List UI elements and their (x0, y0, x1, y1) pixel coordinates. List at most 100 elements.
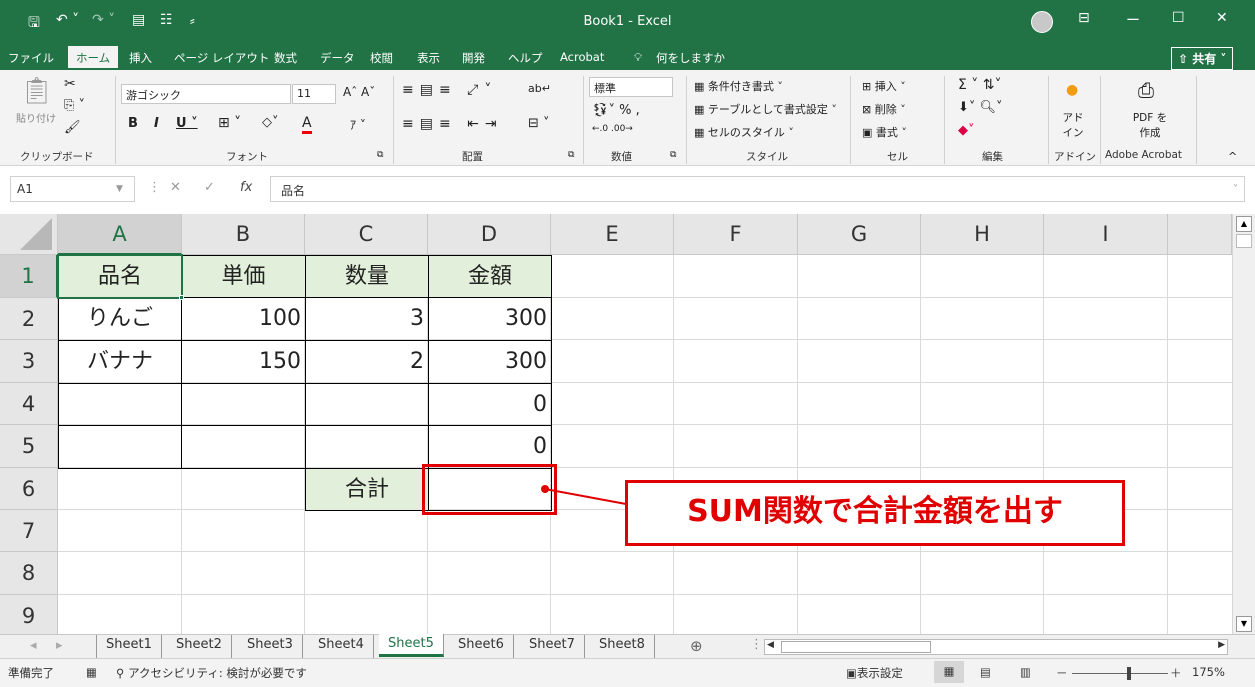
cell-c5[interactable] (305, 425, 429, 469)
scroll-down-icon[interactable]: ▼ (1236, 616, 1252, 632)
column-header-b[interactable]: B (182, 214, 305, 255)
select-all-corner[interactable] (0, 214, 58, 255)
cell-b5[interactable] (181, 425, 306, 469)
italic-icon[interactable]: I (154, 116, 159, 131)
sheet-tab-8[interactable]: Sheet8 (590, 635, 655, 658)
name-box-dropdown-icon[interactable]: ▼ (116, 184, 123, 194)
cell-d5[interactable]: 0 (428, 425, 552, 469)
cell-c2[interactable]: 3 (305, 297, 429, 341)
sheet-tab-3[interactable]: Sheet3 (238, 635, 303, 658)
maximize-button[interactable]: ☐ (1172, 10, 1185, 26)
column-header-h[interactable]: H (921, 214, 1044, 255)
sheet-tab-6[interactable]: Sheet6 (449, 635, 514, 658)
cancel-icon[interactable]: ✕ (170, 180, 181, 195)
cell-a3[interactable]: バナナ (58, 340, 182, 384)
insert-function-icon[interactable]: fx (240, 180, 252, 195)
format-cells-button[interactable]: ▣ 書式 ˅ (862, 124, 907, 140)
paste-icon[interactable]: 📋︎ (20, 76, 53, 106)
cell-d3[interactable]: 300 (428, 340, 552, 384)
vertical-align-icons[interactable]: ≡▤≡ ⤢˅ (402, 82, 497, 98)
cell-b2[interactable]: 100 (181, 297, 306, 341)
horizontal-scrollbar[interactable]: ◀ ▶ (764, 639, 1228, 655)
sheet-tab-5[interactable]: Sheet5 (379, 634, 444, 657)
column-header-e[interactable]: E (551, 214, 674, 255)
tab-view[interactable]: 表示 (417, 50, 440, 66)
bold-icon[interactable]: B (128, 116, 138, 131)
cell-d2[interactable]: 300 (428, 297, 552, 341)
row-header-3[interactable]: 3 (0, 340, 58, 383)
row-header-9[interactable]: 9 (0, 595, 58, 634)
zoom-in-icon[interactable]: ＋ (1170, 665, 1182, 681)
enter-icon[interactable]: ✓ (204, 180, 215, 195)
zoom-slider[interactable] (1072, 673, 1168, 674)
column-header-g[interactable]: G (798, 214, 921, 255)
cell-c1[interactable]: 数量 (305, 255, 429, 298)
alignment-dialog-launcher-icon[interactable]: ⧉ (568, 150, 574, 160)
cell-a2[interactable]: りんご (58, 297, 182, 341)
wrap-text-icon[interactable]: ab↵ (528, 82, 551, 95)
tab-scroll-left-icon[interactable]: ◂ (30, 638, 37, 653)
row-header-4[interactable]: 4 (0, 383, 58, 425)
tab-formulas[interactable]: 数式 (274, 50, 297, 66)
sheet-tab-4[interactable]: Sheet4 (309, 635, 374, 658)
sheet-tab-1[interactable]: Sheet1 (96, 635, 162, 658)
tab-home[interactable]: ホーム (68, 46, 119, 70)
cell-d1[interactable]: 金額 (428, 255, 552, 298)
currency-percent-icons[interactable]: 💱︎˅ % , (592, 103, 640, 118)
conditional-format-button[interactable]: ▦ 条件付き書式 ˅ (694, 78, 783, 94)
merge-center-icon[interactable]: ⊟ ˅ (528, 116, 550, 131)
delete-cells-button[interactable]: ⊠ 削除 ˅ (862, 101, 906, 117)
vertical-scrollbar[interactable]: ▲ ▼ (1232, 214, 1255, 634)
decimal-icons[interactable]: ←.0 .00→ (592, 124, 633, 134)
cell-d4[interactable]: 0 (428, 383, 552, 426)
tab-file[interactable]: ファイル (8, 50, 54, 66)
zoom-level[interactable]: 175% (1192, 665, 1225, 679)
minimize-button[interactable]: ー (1126, 10, 1140, 30)
page-layout-view-icon[interactable]: ▤ (980, 665, 991, 679)
row-header-7[interactable]: 7 (0, 510, 58, 552)
border-icon[interactable]: ⊞ ˅ (218, 115, 241, 131)
worksheet-grid[interactable]: A B C D E F G H I 1 2 3 4 5 6 7 8 9 品名 単… (0, 214, 1232, 634)
paste-label[interactable]: 貼り付け (16, 110, 56, 125)
create-pdf-icon[interactable]: ⎙ (1138, 78, 1154, 102)
cell-c3[interactable]: 2 (305, 340, 429, 384)
accessibility-status[interactable]: ⚲ アクセシビリティ: 検討が必要です (116, 665, 307, 681)
addins-icon[interactable]: ● (1066, 82, 1078, 98)
tab-splitter-icon[interactable]: ⋮ (750, 637, 763, 652)
cell-b4[interactable] (181, 383, 306, 426)
row-header-1[interactable]: 1 (0, 255, 58, 298)
horizontal-align-icons[interactable]: ≡▤≡ ⇤⇥ (402, 116, 503, 132)
horizontal-scroll-thumb[interactable] (781, 641, 931, 653)
sheet-tab-2[interactable]: Sheet2 (167, 635, 232, 658)
row-header-6[interactable]: 6 (0, 468, 58, 510)
font-grow-icon[interactable]: Aˆ Aˇ (343, 85, 375, 99)
tab-page-layout[interactable]: ページ レイアウト (174, 50, 269, 66)
tab-scroll-right-icon[interactable]: ▸ (56, 638, 63, 653)
create-pdf-button[interactable]: PDF を作成 (1128, 110, 1172, 140)
normal-view-icon[interactable]: ▦ (934, 661, 964, 683)
column-header-c[interactable]: C (305, 214, 428, 255)
cell-c6[interactable]: 合計 (305, 468, 429, 511)
ribbon-display-icon[interactable]: ⊟ (1078, 10, 1090, 26)
cell-a4[interactable] (58, 383, 182, 426)
cut-icon[interactable]: ✂ (64, 76, 76, 92)
number-format-select[interactable]: 標準 (589, 77, 673, 97)
zoom-slider-thumb[interactable] (1127, 667, 1131, 680)
tab-developer[interactable]: 開発 (462, 50, 485, 66)
sheet-tab-7[interactable]: Sheet7 (520, 635, 585, 658)
format-as-table-button[interactable]: ▦ テーブルとして書式設定 ˅ (694, 101, 837, 117)
tab-review[interactable]: 校閲 (370, 50, 393, 66)
insert-cells-button[interactable]: ⊞ 挿入 ˅ (862, 78, 906, 94)
autosum-icon[interactable]: Σ ˅ ⇅˅ (958, 77, 1001, 93)
clear-icon[interactable]: ◆˅ (958, 123, 975, 138)
fill-color-icon[interactable]: ◇˅ (262, 115, 279, 130)
collapse-ribbon-icon[interactable]: ^ (1228, 150, 1237, 163)
copy-icon[interactable]: ⎘ ˅ (64, 98, 85, 113)
fill-handle[interactable] (179, 295, 184, 300)
cell-b1[interactable]: 単価 (181, 255, 306, 298)
column-header-d[interactable]: D (428, 214, 551, 255)
column-header-f[interactable]: F (674, 214, 798, 255)
vertical-scroll-thumb[interactable] (1236, 234, 1252, 248)
expand-formula-bar-icon[interactable]: ˅ (1233, 184, 1238, 195)
new-sheet-icon[interactable]: ⊕ (690, 637, 703, 655)
